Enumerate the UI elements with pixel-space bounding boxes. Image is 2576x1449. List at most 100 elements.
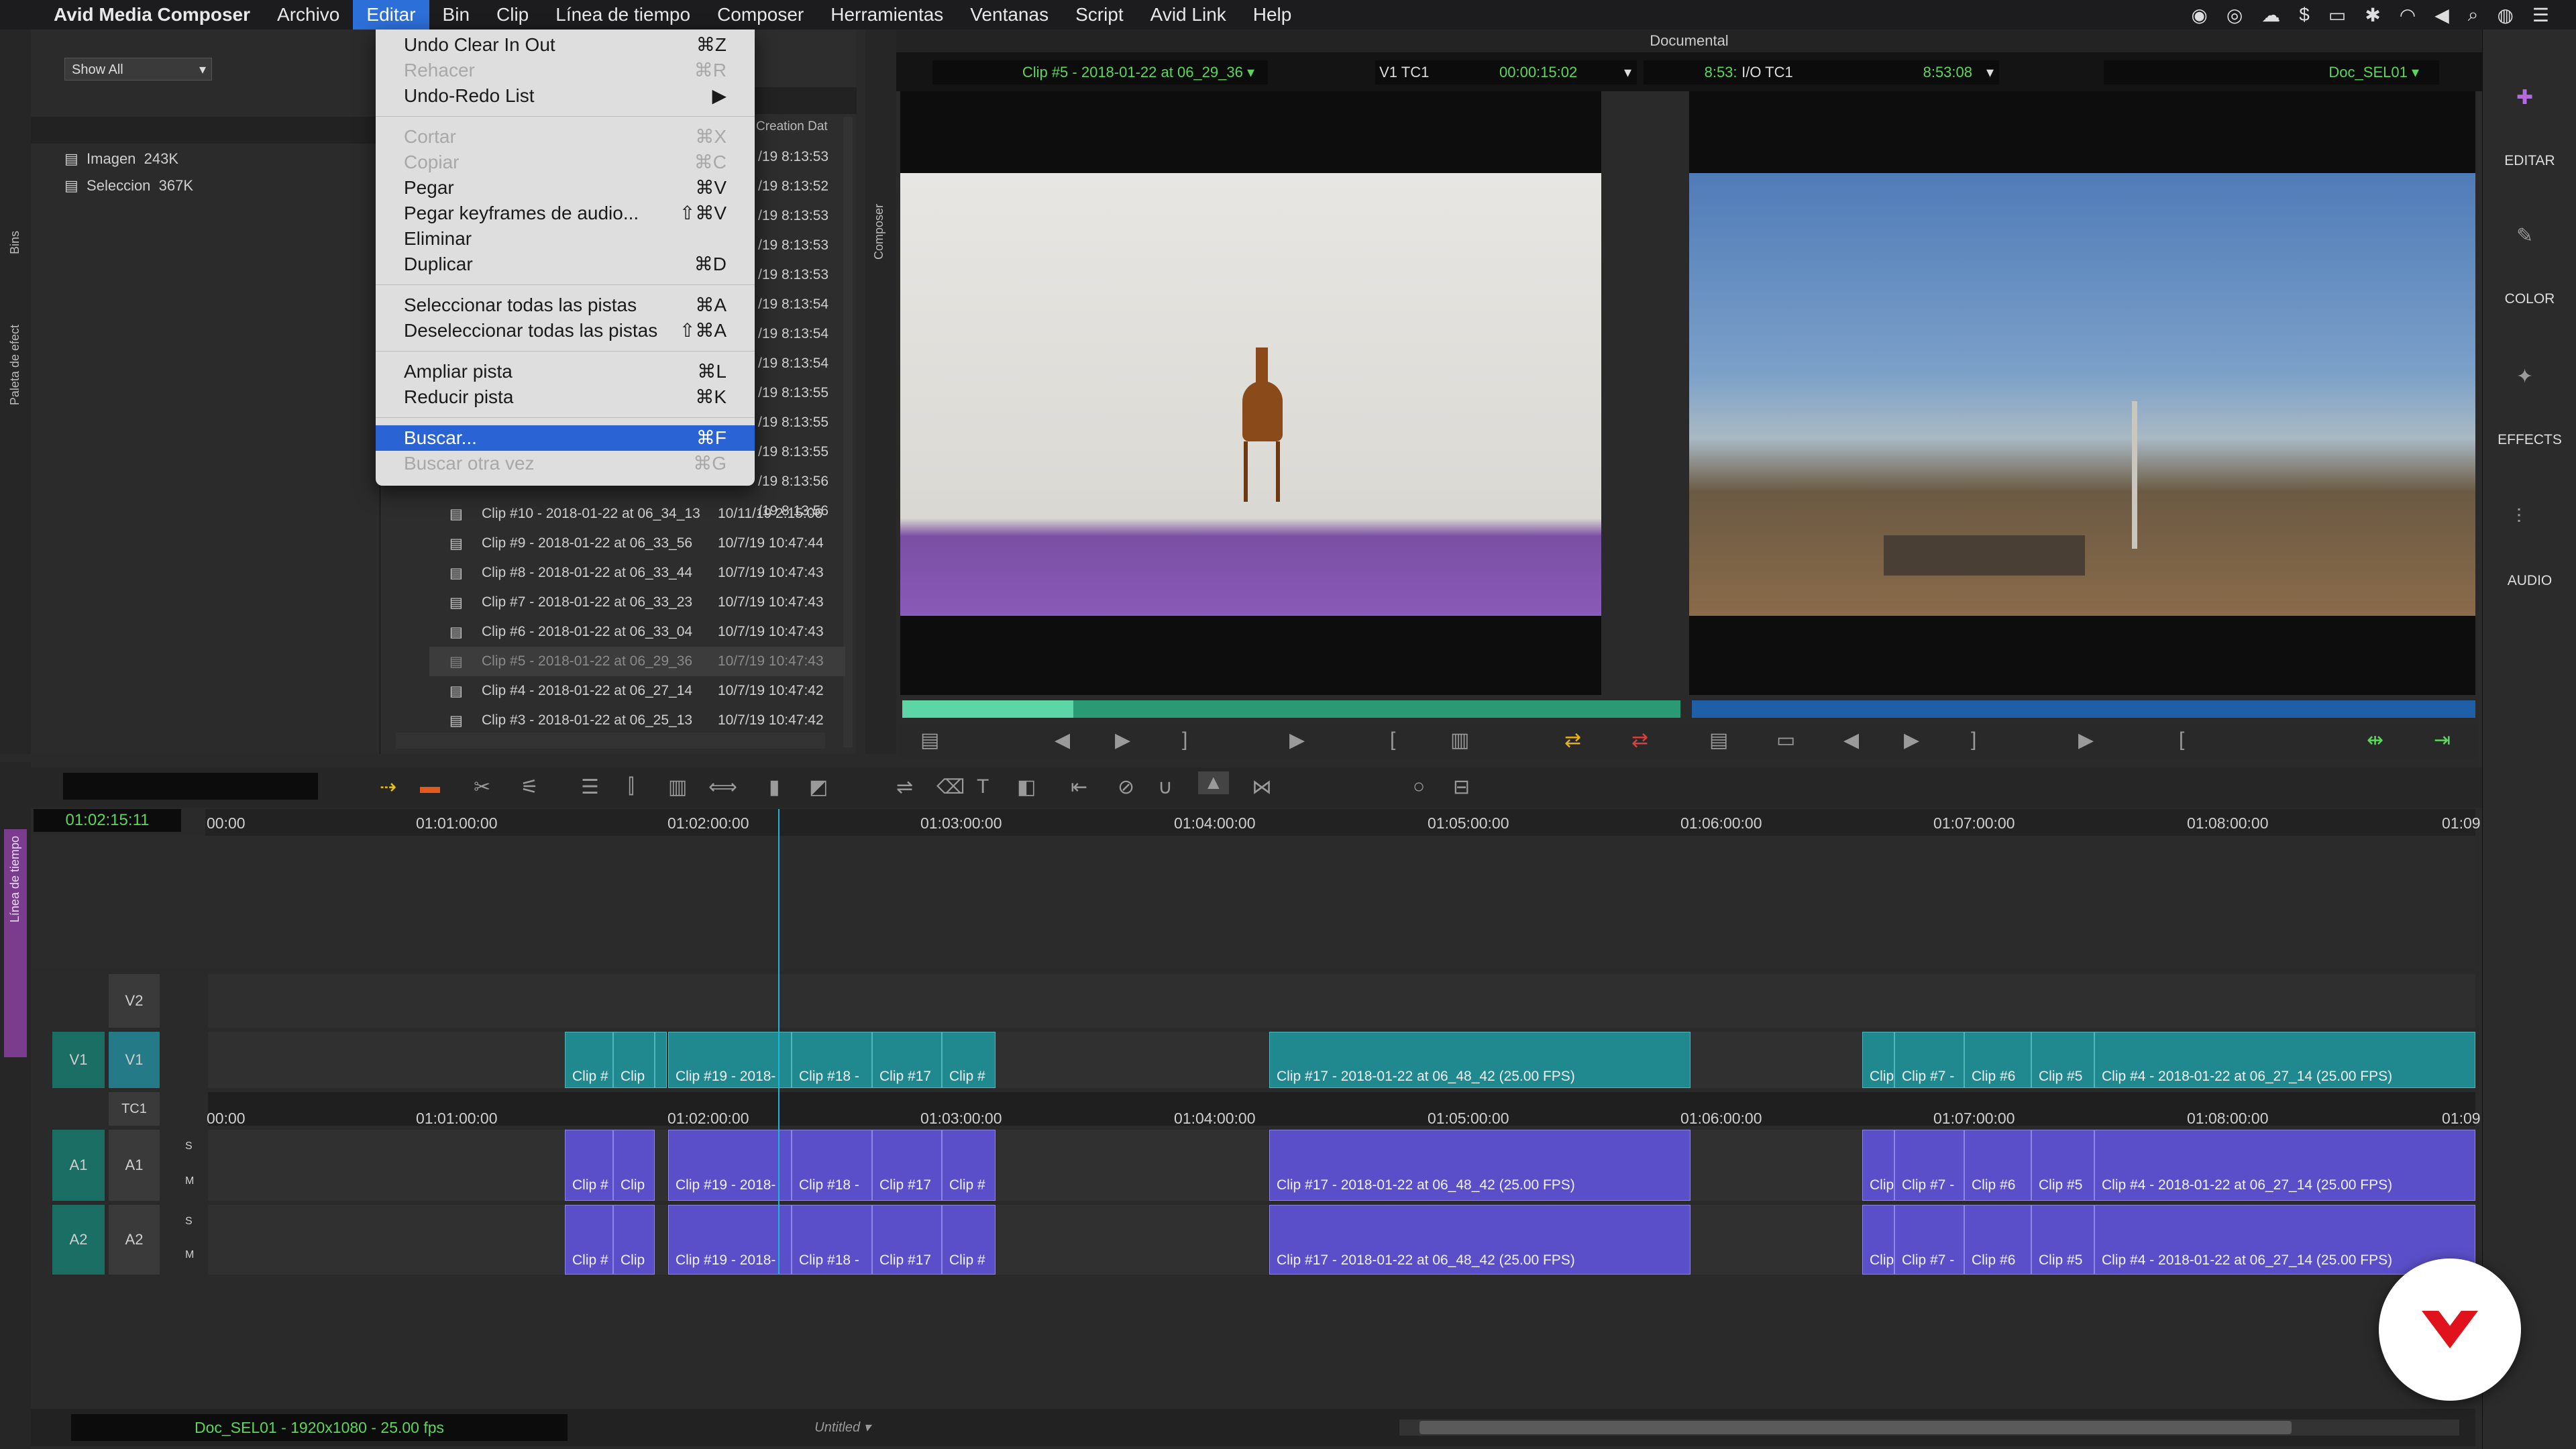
timeline-hscroll[interactable] — [1399, 1419, 2459, 1436]
lane-v2[interactable] — [208, 974, 2475, 1028]
search-icon[interactable]: ⌕ — [2468, 4, 2479, 26]
menu-editar[interactable]: Editar — [353, 0, 429, 30]
bin-row[interactable]: ▤ Clip #3 - 2018-01-22 at 06_25_13 10/7/19… — [429, 706, 845, 735]
step-back-icon[interactable]: ◀ — [1843, 729, 1859, 752]
tc-readout-2[interactable]: I/O TC1 8:53:08 ▾ — [1737, 60, 1999, 85]
bin-row[interactable]: ▤ Clip #8 - 2018-01-22 at 06_33_44 10/7/19… — [429, 558, 845, 588]
track-src-v1[interactable]: V1 — [52, 1032, 105, 1088]
overwrite-icon[interactable]: ▬ — [420, 775, 440, 798]
menu-item-undo-clear-in-out[interactable]: Undo Clear In Out ⌘Z — [376, 32, 755, 58]
project-item[interactable]: ▤ Seleccion 367K — [64, 177, 193, 195]
match-frame-icon[interactable]: ▥ — [1450, 729, 1469, 752]
video-clip[interactable]: Clip # — [942, 1032, 996, 1088]
add-edit-icon[interactable]: ▥ — [668, 775, 687, 799]
trim-icon[interactable]: ⇥ — [2434, 729, 2451, 752]
audio-clip[interactable]: Clip #17 — [872, 1205, 942, 1275]
audio-clip[interactable]: Clip #17 — [872, 1130, 942, 1201]
track-src-a1[interactable]: A1 — [52, 1130, 105, 1201]
record-audio-icon[interactable]: ○ — [1413, 775, 1425, 798]
menu-archivo[interactable]: Archivo — [264, 0, 353, 30]
video-clip[interactable]: Clip #7 - — [1894, 1032, 1964, 1088]
master-timecode[interactable]: 01:02:15:11 — [34, 809, 181, 832]
video-clip[interactable]: Clip #5 — [2031, 1032, 2094, 1088]
volume-icon[interactable]: ◀ — [2434, 4, 2449, 26]
bin-row[interactable]: ▤ Clip #7 - 2018-01-22 at 06_33_23 10/7/19… — [429, 588, 845, 617]
mute-a2[interactable]: M — [185, 1249, 194, 1261]
audio-clip[interactable]: Clip # — [565, 1130, 613, 1201]
audio-clip[interactable]: Clip #5 — [2031, 1205, 2094, 1275]
audio-clip[interactable]: Clip — [1862, 1205, 1894, 1275]
audio-clip[interactable]: Clip # — [565, 1205, 613, 1275]
playhead[interactable] — [778, 809, 780, 1275]
source-clip-menu[interactable]: Clip #5 - 2018-01-22 at 06_29_36 ▾ — [932, 60, 1268, 85]
segment-mode-icon[interactable]: ▲ — [1198, 771, 1229, 794]
audio-clip[interactable]: Clip #18 - — [792, 1130, 872, 1201]
audio-clip[interactable]: Clip — [613, 1130, 655, 1201]
add-edit-icon[interactable]: ⇹ — [2367, 729, 2383, 752]
audio-clip[interactable]: Clip #19 - 2018- — [668, 1205, 792, 1275]
editar-label[interactable]: EDITAR — [2489, 153, 2570, 169]
sequence-info[interactable]: Doc_SEL01 - 1920x1080 - 25.00 fps — [71, 1414, 568, 1441]
step-forward-icon[interactable]: ▶ — [1115, 729, 1130, 752]
edit-icon[interactable]: ✚ — [2516, 86, 2533, 109]
tc-readout-1[interactable]: V1 TC1 00:00:15:02 ▾ — [1375, 60, 1637, 85]
audio-clip[interactable]: Clip #4 - 2018-01-22 at 06_27_14 (25.00 … — [2094, 1130, 2475, 1201]
menu-help[interactable]: Help — [1240, 0, 1305, 30]
menu-item-pegar-keyframes-de-audio[interactable]: Pegar keyframes de audio... ⇧⌘V — [376, 201, 755, 226]
overwrite-icon[interactable]: ⇄ — [1631, 729, 1648, 752]
segment-icon[interactable]: ⫿ — [628, 775, 635, 798]
video-clip[interactable]: Clip #18 - — [792, 1032, 872, 1088]
text-tool-icon[interactable]: T — [977, 775, 989, 798]
timeline-ruler[interactable] — [205, 809, 2475, 836]
audio-clip[interactable]: Clip #7 - — [1894, 1205, 1964, 1275]
audio-clip[interactable]: Clip # — [942, 1130, 996, 1201]
avid-icon[interactable]: ◎ — [2226, 4, 2243, 26]
clip-gain-icon[interactable]: ∪ — [1158, 775, 1173, 799]
dollar-icon[interactable]: $ — [2299, 4, 2310, 25]
play-icon[interactable]: ▶ — [2078, 729, 2094, 752]
video-clip[interactable]: Clip #6 — [1964, 1032, 2031, 1088]
audio-mix-icon[interactable]: ⇌ — [896, 775, 913, 799]
video-clip[interactable]: Clip #17 - 2018-01-22 at 06_48_42 (25.00… — [1269, 1032, 1690, 1088]
match-frame-icon[interactable]: ⟺ — [708, 775, 737, 799]
video-clip[interactable]: Clip #4 - 2018-01-22 at 06_27_14 (25.00 … — [2094, 1032, 2475, 1088]
record-frame[interactable] — [1689, 173, 2475, 616]
audio-label[interactable]: AUDIO — [2489, 573, 2570, 589]
audio-clip[interactable]: Clip — [613, 1205, 655, 1275]
monitor-icon[interactable]: ▭ — [1776, 729, 1795, 752]
step-forward-icon[interactable]: ▶ — [1904, 729, 1919, 752]
source-frame[interactable] — [900, 173, 1601, 616]
eraser-icon[interactable]: ⌫ — [936, 775, 965, 799]
list-icon[interactable]: ☰ — [2532, 4, 2549, 26]
play-icon[interactable]: ▶ — [1289, 729, 1305, 752]
color-icon[interactable]: ✎ — [2516, 224, 2533, 248]
bin-row[interactable]: ▤ Clip #5 - 2018-01-22 at 06_29_36 10/7/19… — [429, 647, 845, 676]
extract-icon[interactable]: ⚟ — [521, 775, 539, 799]
menu-composer[interactable]: Composer — [704, 0, 817, 30]
record-icon[interactable]: ◉ — [2191, 4, 2207, 26]
audio-icon[interactable]: ⫶ — [2516, 506, 2522, 529]
effect-icon[interactable]: ◩ — [809, 775, 828, 799]
bin-row[interactable]: ▤ Clip #4 - 2018-01-22 at 06_27_14 10/7/19… — [429, 676, 845, 706]
audio-clip[interactable]: Clip #19 - 2018- — [668, 1130, 792, 1201]
lift-icon[interactable]: ✂ — [474, 775, 490, 799]
video-clip[interactable]: Clip # — [565, 1032, 613, 1088]
mark-in-icon[interactable]: [ — [1390, 729, 1395, 751]
track-header-tc[interactable]: TC1 — [109, 1092, 160, 1126]
menu-item-buscar[interactable]: Buscar... ⌘F — [376, 425, 755, 451]
menu-script[interactable]: Script — [1062, 0, 1137, 30]
timeline-tc-display[interactable] — [63, 773, 318, 800]
menu-item-reducir-pista[interactable]: Reducir pista ⌘K — [376, 384, 755, 410]
untitled-dropdown[interactable]: Untitled ▾ — [775, 1415, 910, 1440]
record-seq-menu[interactable]: Doc_SEL01 ▾ — [2104, 60, 2439, 85]
disable-icon[interactable]: ⊘ — [1118, 775, 1134, 799]
bin-row[interactable]: ▤ Clip #10 - 2018-01-22 at 06_34_13 10/11/… — [429, 499, 845, 529]
mark-out-icon[interactable]: ] — [1182, 729, 1187, 751]
menu-item-undo-redo-list[interactable]: Undo-Redo List ▶ — [376, 83, 755, 109]
menu-item-duplicar[interactable]: Duplicar ⌘D — [376, 252, 755, 277]
show-filter-dropdown[interactable]: Show All ▾ — [64, 58, 212, 80]
render-icon[interactable]: ⊟ — [1453, 775, 1470, 799]
audio-clip[interactable]: Clip #17 - 2018-01-22 at 06_48_42 (25.00… — [1269, 1205, 1690, 1275]
bin-row[interactable]: ▤ Clip #6 - 2018-01-22 at 06_33_04 10/7/19… — [429, 617, 845, 647]
video-clip[interactable]: Clip — [1862, 1032, 1894, 1088]
